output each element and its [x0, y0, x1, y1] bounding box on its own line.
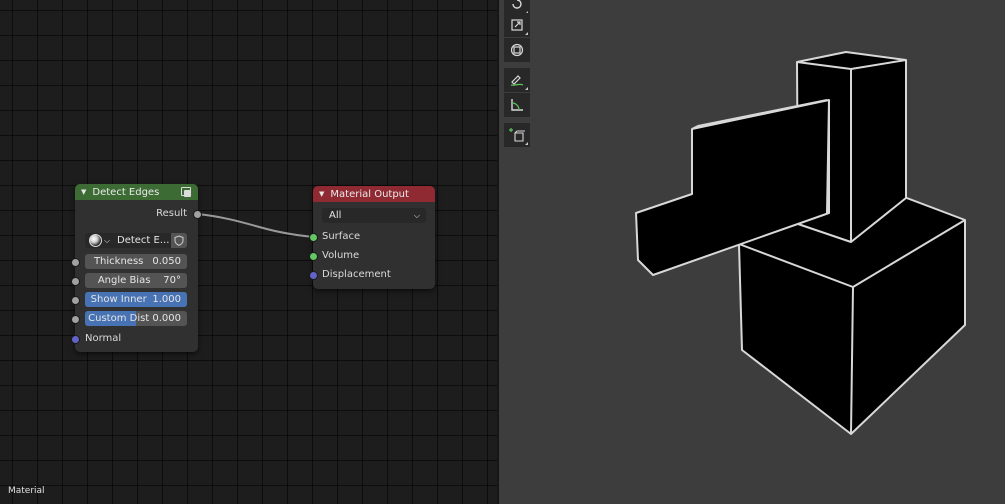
surface-input-label: Surface — [322, 231, 361, 242]
chevron-down-icon: ⌵ — [413, 210, 420, 220]
result-output-socket[interactable] — [193, 210, 202, 219]
custom-dist-input-socket[interactable] — [71, 315, 80, 324]
custom-dist-value: 0.000 — [152, 313, 181, 324]
show-inner-value: 1.000 — [152, 294, 181, 305]
angle-bias-input-socket[interactable] — [71, 277, 80, 286]
shading-mode-button[interactable]: ⌵ — [85, 233, 114, 248]
result-output-label: Result — [156, 208, 187, 219]
shield-icon — [174, 235, 184, 246]
node-link-result-to-surface[interactable] — [197, 213, 315, 238]
angle-bias-value: 70° — [163, 275, 181, 286]
show-inner-input-socket[interactable] — [71, 296, 80, 305]
thickness-value: 0.050 — [152, 256, 181, 267]
collapse-arrow-icon[interactable]: ▼ — [319, 190, 324, 198]
thickness-label: Thickness — [93, 256, 144, 267]
node-editor-area[interactable]: ▼ Detect Edges Result ⌵ Detect E... Thic… — [0, 0, 497, 504]
target-dropdown[interactable]: All ⌵ — [322, 208, 426, 223]
detect-mode-field[interactable]: Detect E... — [112, 233, 174, 248]
3d-viewport[interactable] — [499, 0, 1005, 504]
detect-edges-node[interactable]: ▼ Detect Edges Result ⌵ Detect E... Thic… — [71, 184, 202, 352]
detect-edges-node-header[interactable]: ▼ Detect Edges — [75, 184, 198, 200]
chevron-down-icon: ⌵ — [104, 235, 111, 245]
material-output-node-header[interactable]: ▼ Material Output — [313, 186, 435, 202]
volume-input-label: Volume — [322, 250, 360, 261]
thickness-input-socket[interactable] — [71, 258, 80, 267]
fake-user-shield-button[interactable] — [171, 233, 187, 248]
editor-type-label: Material — [8, 486, 45, 496]
node-group-icon[interactable] — [180, 186, 192, 198]
show-inner-label: Show Inner — [90, 294, 147, 305]
collapse-arrow-icon[interactable]: ▼ — [81, 188, 86, 196]
angle-bias-field[interactable]: Angle Bias 70° — [85, 273, 187, 288]
normal-input-socket[interactable] — [71, 335, 80, 344]
target-value: All — [329, 210, 342, 221]
surface-input-socket[interactable] — [309, 233, 318, 242]
node-title: Detect Edges — [92, 186, 160, 198]
displacement-input-socket[interactable] — [309, 271, 318, 280]
custom-dist-field[interactable]: Custom Dist 0.000 — [85, 311, 187, 326]
scene-render — [635, 51, 966, 435]
normal-input-label: Normal — [85, 333, 122, 344]
volume-input-socket[interactable] — [309, 252, 318, 261]
custom-dist-label: Custom Dist — [88, 313, 150, 324]
show-inner-field[interactable]: Show Inner 1.000 — [85, 292, 187, 307]
material-output-node[interactable]: ▼ Material Output All ⌵ Surface Volume D… — [309, 186, 435, 289]
material-ball-icon — [89, 234, 102, 247]
node-title: Material Output — [330, 188, 409, 200]
displacement-input-label: Displacement — [322, 269, 391, 280]
angle-bias-label: Angle Bias — [97, 275, 151, 286]
thickness-field[interactable]: Thickness 0.050 — [85, 254, 187, 269]
